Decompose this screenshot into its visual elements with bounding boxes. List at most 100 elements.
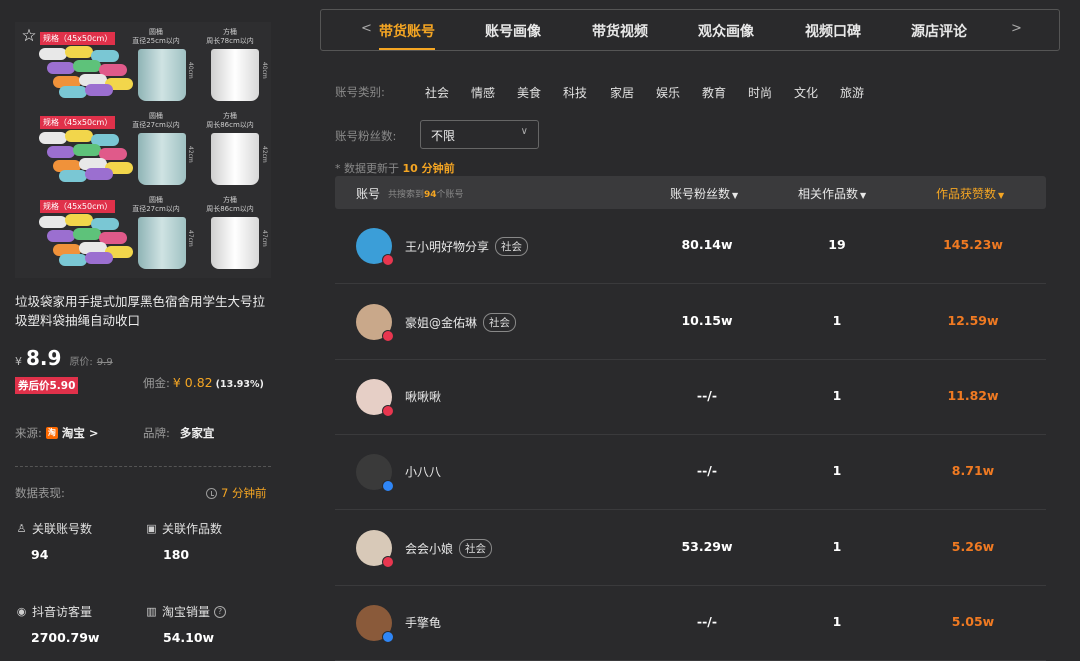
source-label: 来源: [15,426,42,440]
related-works: 1 [832,313,842,328]
account-name[interactable]: 会会小娘 [405,540,453,557]
related-works: 1 [832,614,842,629]
category-option[interactable]: 美食 [517,84,541,101]
brand-label: 品牌: [143,426,170,440]
col-likes-sort[interactable]: 作品获赞数 ▼ [936,185,1004,202]
col-fans-sort[interactable]: 账号粉丝数 ▼ [670,185,738,202]
source-row: 来源: 淘 淘宝 > [15,425,99,441]
tab-next-arrow[interactable]: > [1011,21,1022,36]
taobao-sales-text: 淘宝销量 [162,605,211,619]
fans-filter-label: 账号粉丝数: [335,129,397,143]
table-row[interactable]: 豪姐@金佑琳 社会 10.15w 1 12.59w [335,284,1046,360]
category-option[interactable]: 文化 [794,84,818,101]
trash-bag-roll [39,216,67,228]
tab-audience-profile[interactable]: 观众画像 [698,21,754,41]
account-name[interactable]: 小八八 [405,463,441,480]
round-bin-height: 40cm [187,62,194,79]
commission: 佣金: ¥ 0.82 (13.93%) [143,375,264,391]
account-fans: 10.15w [681,313,733,328]
account-name[interactable]: 啾啾啾 [405,388,441,405]
trash-bag-rolls [39,128,133,182]
platform-badge-icon [382,480,394,492]
linked-works-text: 关联作品数 [162,522,223,536]
account-name[interactable]: 手擎龟 [405,614,441,631]
trash-bag-roll [85,252,113,264]
square-bin [211,133,259,185]
category-option[interactable]: 情感 [471,84,495,101]
users-icon: ♙ [16,522,27,535]
related-works: 1 [832,539,842,554]
account-cell: 会会小娘 社会 [405,539,493,558]
trash-bag-roll [39,132,67,144]
category-option[interactable]: 社会 [425,84,449,101]
search-count: 94 [424,190,437,200]
linked-works-label: ▣ 关联作品数 [145,520,222,537]
tab-store-comments[interactable]: 源店评论 [911,21,967,41]
trash-bag-roll [59,254,87,266]
taobao-sales-label: ▥ 淘宝销量 ? [145,603,227,620]
tab-bar: < 带货账号 账号画像 带货视频 观众画像 视频口碑 源店评论 > [320,9,1060,51]
fans-filter-select[interactable]: 不限 ∨ [420,120,539,149]
tab-prev-arrow[interactable]: < [361,21,372,36]
brand-value: 多家宜 [179,426,215,440]
verified-badge-icon [382,556,394,568]
square-bin-size: 周长86cm以内 [206,121,254,129]
table-row[interactable]: 啾啾啾 --/- 1 11.82w [335,359,1046,435]
square-bin [211,49,259,101]
performance-time-text: 7 分钟前 [221,486,267,500]
platform-badge-icon [382,631,394,643]
linked-works-value: 180 [163,547,190,562]
related-works: 19 [828,237,846,252]
linked-accounts-text: 关联账号数 [32,522,93,536]
tab-promo-videos[interactable]: 带货视频 [592,21,648,41]
divider [15,466,271,467]
category-option[interactable]: 旅游 [840,84,864,101]
commission-percent: (13.93%) [215,379,264,390]
tab-video-reviews[interactable]: 视频口碑 [805,21,861,41]
taobao-icon: 淘 [45,427,58,439]
original-price: 9.9 [96,357,113,368]
category-option[interactable]: 家居 [610,84,634,101]
account-cell: 豪姐@金佑琳 社会 [405,313,517,332]
round-bin-size: 直径25cm以内 [132,37,180,45]
category-option[interactable]: 教育 [702,84,726,101]
table-row[interactable]: 会会小娘 社会 53.29w 1 5.26w [335,510,1046,586]
works-likes: 8.71w [951,463,995,478]
verified-badge-icon [382,254,394,266]
verified-badge-icon [382,405,394,417]
category-option[interactable]: 时尚 [748,84,772,101]
category-option[interactable]: 娱乐 [656,84,680,101]
category-option[interactable]: 科技 [563,84,587,101]
trash-bag-rolls [39,212,133,266]
search-count-suffix: 个账号 [436,190,464,200]
account-name[interactable]: 王小明好物分享 [405,238,489,255]
table-row[interactable]: 手擎龟 --/- 1 5.05w [335,585,1046,661]
account-cell: 啾啾啾 [405,388,441,405]
col-works-sort[interactable]: 相关作品数 ▼ [798,185,866,202]
currency-symbol: ¥ [15,355,22,368]
account-fans: --/- [696,614,718,629]
search-count-prefix: 共搜索到 [388,190,425,200]
tab-promo-accounts[interactable]: 带货账号 [379,21,435,50]
col-works-label: 相关作品数 [798,187,859,201]
account-category-tag: 社会 [459,539,493,558]
tab-account-profile[interactable]: 账号画像 [485,21,541,41]
account-fans: --/- [696,388,718,403]
account-cell: 手擎龟 [405,614,441,631]
trash-bag-rolls [39,44,133,98]
account-name[interactable]: 豪姐@金佑琳 [405,314,477,331]
product-title[interactable]: 垃圾袋家用手提式加厚黑色宿舍用学生大号拉圾塑料袋抽绳自动收口 [15,292,273,330]
source-link[interactable]: 淘宝 > [62,425,99,441]
accounts-panel: < 带货账号 账号画像 带货视频 观众画像 视频口碑 源店评论 > 账号类别: … [320,0,1080,661]
round-bin [138,217,186,269]
product-image[interactable]: ☆ 规格（45x50cm） 圆桶 直径25cm以内 40cm 方桶 周长78cm… [15,22,271,278]
sort-down-icon: ▼ [732,191,739,200]
related-works: 1 [832,463,842,478]
update-time: 10 分钟前 [402,162,455,175]
help-icon[interactable]: ? [214,605,227,618]
works-likes: 5.26w [951,539,995,554]
trash-bag-roll [59,170,87,182]
table-row[interactable]: 王小明好物分享 社会 80.14w 19 145.23w [335,208,1046,284]
table-row[interactable]: 小八八 --/- 1 8.71w [335,434,1046,510]
account-cell: 王小明好物分享 社会 [405,237,529,256]
